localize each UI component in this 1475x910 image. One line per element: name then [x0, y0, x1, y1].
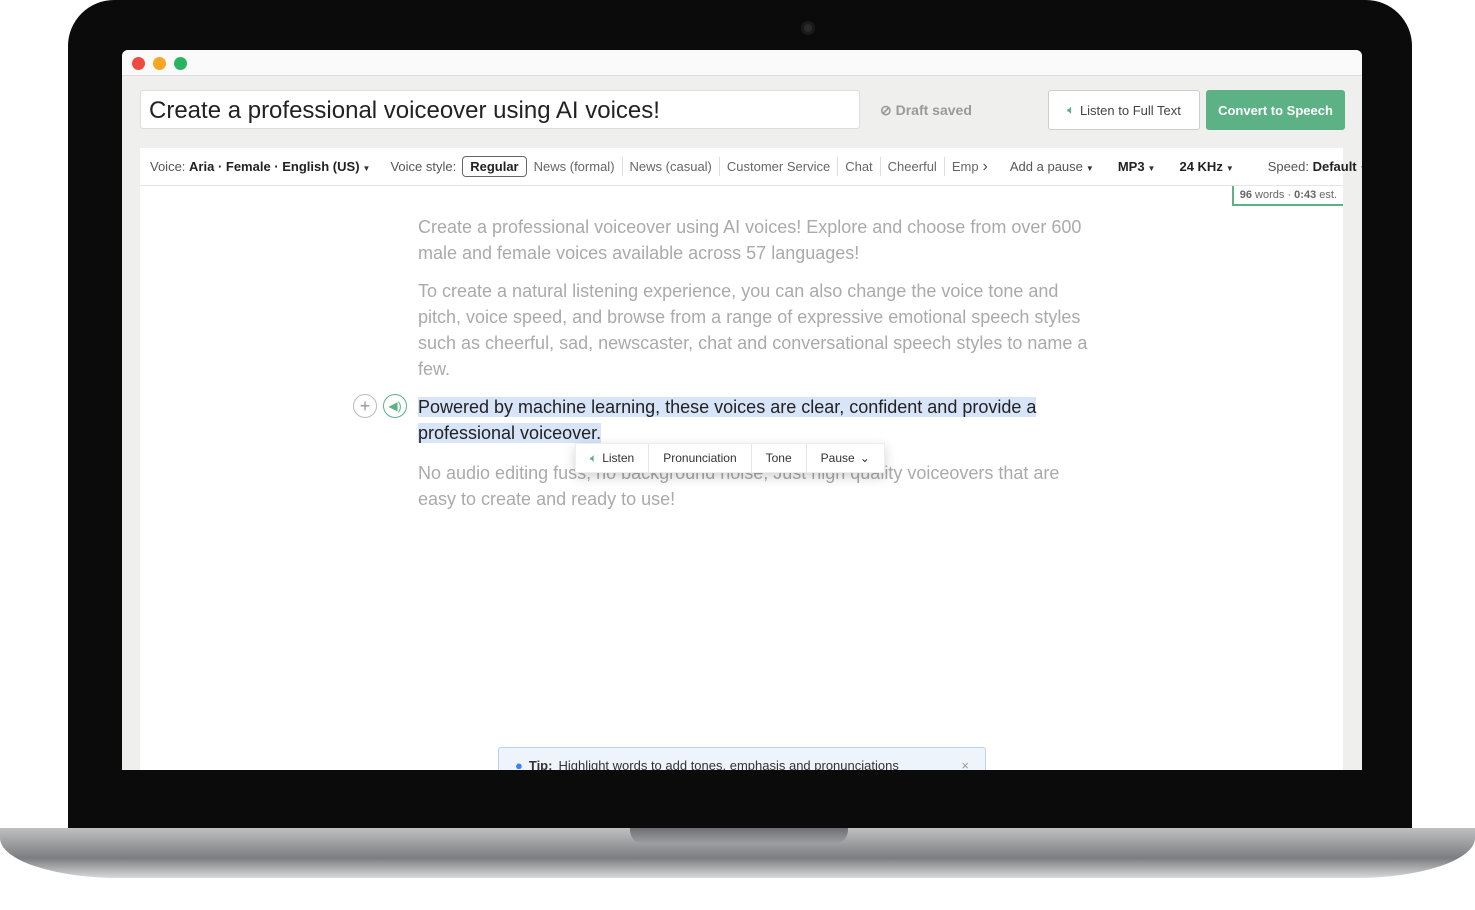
text-editor[interactable]: 96 words · 0:43 est. Create a profession…: [140, 186, 1343, 770]
style-news-casual[interactable]: News (casual): [623, 157, 720, 176]
play-paragraph-button[interactable]: ◀): [383, 394, 407, 418]
selected-paragraph[interactable]: Powered by machine learning, these voice…: [418, 394, 1098, 446]
info-icon: ●: [515, 758, 523, 770]
style-regular[interactable]: Regular: [462, 156, 527, 177]
tip-banner: ● Tip: Highlight words to add tones, empha…: [498, 747, 986, 770]
check-circle-icon: ⊘: [880, 102, 892, 118]
maximize-window-button[interactable]: [174, 57, 187, 70]
style-emp[interactable]: Emp: [945, 157, 981, 176]
selection-popup: 🔈︎ Listen Pronunciation Tone Pause ⌄: [575, 443, 885, 473]
paragraph[interactable]: To create a natural listening experience…: [418, 278, 1098, 382]
chevron-right-icon[interactable]: ›: [981, 158, 998, 176]
laptop-notch: [630, 828, 848, 844]
speed-value: Default: [1312, 159, 1357, 174]
plus-icon: +: [359, 395, 371, 416]
words-label: words: [1255, 189, 1285, 201]
speaker-icon: 🔈︎: [1067, 102, 1075, 117]
style-chat[interactable]: Chat: [838, 157, 881, 176]
tone-button[interactable]: Tone: [752, 443, 807, 473]
minimize-window-button[interactable]: [153, 57, 166, 70]
highlighted-text[interactable]: Powered by machine learning, these voice…: [418, 397, 1037, 443]
caret-down-icon: ▼: [1225, 164, 1234, 173]
listen-full-text-button[interactable]: 🔈︎ Listen to Full Text: [1048, 90, 1200, 130]
rate-value: 24 KHz: [1179, 159, 1223, 174]
style-customer-service[interactable]: Customer Service: [720, 157, 839, 176]
voice-toolbar: Voice: Aria · Female · English (US) ▼ Voi…: [140, 148, 1362, 186]
chevron-down-icon: ⌄: [859, 451, 870, 465]
convert-to-speech-button[interactable]: Convert to Speech: [1206, 90, 1345, 130]
listen-full-label: Listen to Full Text: [1079, 102, 1181, 118]
word-count-badge: 96 words · 0:43 est.: [1231, 186, 1343, 206]
duration-label: est.: [1319, 189, 1337, 201]
speaker-icon: 🔈︎: [590, 450, 598, 465]
voice-style-label: Voice style:: [390, 159, 457, 174]
camera: [801, 21, 815, 35]
pause-dropdown[interactable]: Pause ⌄: [807, 443, 884, 473]
listen-button[interactable]: 🔈︎ Listen: [576, 443, 650, 473]
draft-status-text: Draft saved: [895, 102, 972, 118]
window-titlebar: [122, 50, 1362, 76]
voice-value: Aria · Female · English (US): [189, 159, 360, 174]
sample-rate-dropdown[interactable]: 24 KHz ▼: [1167, 159, 1245, 174]
paragraph[interactable]: Create a professional voiceover using AI…: [418, 214, 1098, 266]
format-dropdown[interactable]: MP3 ▼: [1106, 159, 1168, 174]
title-input[interactable]: Create a professional voiceover using AI…: [140, 90, 860, 129]
tip-label: Tip:: [528, 758, 553, 770]
add-pause-dropdown[interactable]: Add a pause ▼: [998, 159, 1106, 174]
pronunciation-button[interactable]: Pronunciation: [649, 443, 752, 473]
listen-label: Listen: [602, 451, 635, 465]
format-value: MP3: [1117, 159, 1145, 174]
caret-down-icon: ▼: [1085, 164, 1094, 173]
close-icon[interactable]: ×: [961, 758, 969, 770]
caret-down-icon: ▼: [362, 164, 371, 173]
pause-label: Pause: [820, 451, 855, 465]
caret-down-icon: ▼: [1360, 164, 1362, 173]
speed-label: Speed:: [1267, 159, 1309, 174]
app-window: Create a professional voiceover using AI…: [122, 50, 1362, 770]
add-block-button[interactable]: +: [353, 394, 377, 418]
close-window-button[interactable]: [132, 57, 145, 70]
style-cheerful[interactable]: Cheerful: [881, 157, 945, 176]
add-pause-label: Add a pause: [1009, 159, 1083, 174]
word-count: 96: [1239, 189, 1252, 201]
caret-down-icon: ▼: [1147, 164, 1156, 173]
speed-dropdown[interactable]: Speed: Default▼: [1246, 159, 1362, 174]
speaker-icon: ◀): [388, 399, 402, 413]
style-news-formal[interactable]: News (formal): [527, 157, 623, 176]
voice-select[interactable]: Voice: Aria · Female · English (US) ▼: [140, 159, 380, 174]
draft-status: ⊘ Draft saved: [880, 102, 972, 119]
tip-text: Highlight words to add tones, emphasis a…: [558, 758, 899, 770]
voice-label: Voice:: [150, 159, 186, 174]
duration: 0:43: [1294, 189, 1317, 201]
